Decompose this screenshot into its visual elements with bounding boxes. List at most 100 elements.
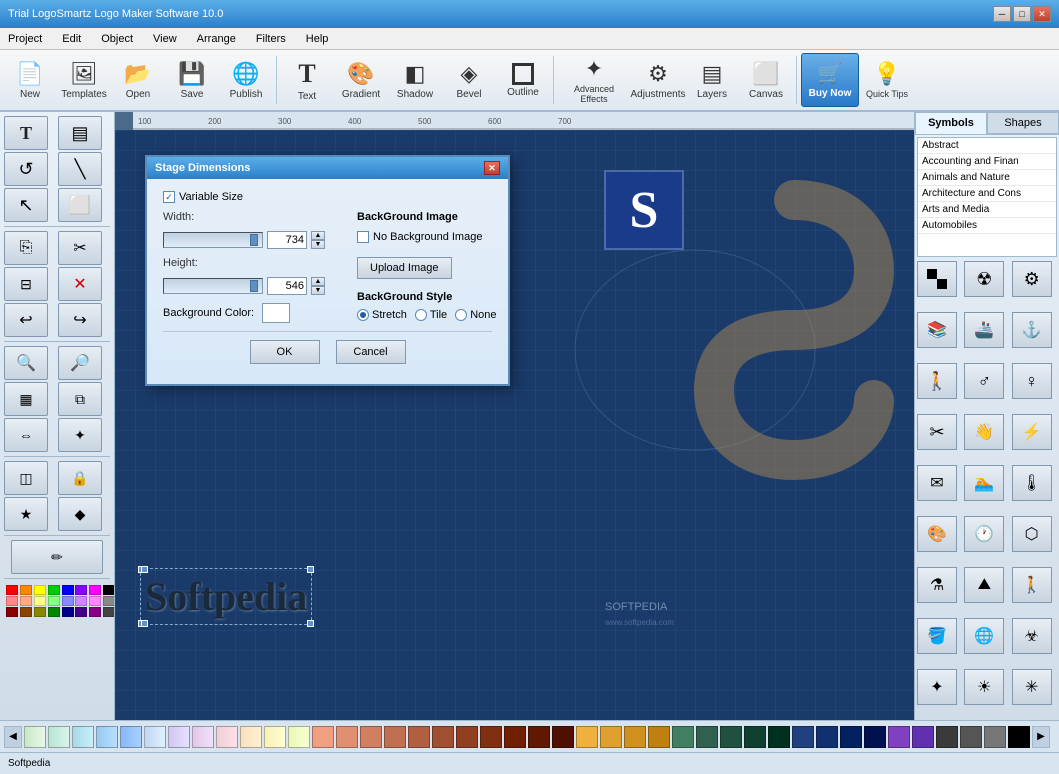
bottom-swatch-39[interactable] xyxy=(960,726,982,748)
bg-color-picker[interactable] xyxy=(262,303,290,323)
bottom-swatch-26[interactable] xyxy=(648,726,670,748)
menu-view[interactable]: View xyxy=(149,31,181,47)
tool-delete[interactable]: ✕ xyxy=(58,267,102,301)
bottom-swatch-16[interactable] xyxy=(408,726,430,748)
outline-button[interactable]: Outline xyxy=(497,53,549,107)
swatch-blue[interactable] xyxy=(62,585,74,595)
swatch-gray[interactable] xyxy=(103,596,115,606)
ok-button[interactable]: OK xyxy=(250,340,320,364)
style-tile-option[interactable]: Tile xyxy=(415,309,447,321)
bottom-swatch-28[interactable] xyxy=(696,726,718,748)
layers-button[interactable]: ▤ Layers xyxy=(686,53,738,107)
bottom-swatch-31[interactable] xyxy=(768,726,790,748)
height-slider[interactable] xyxy=(163,278,263,294)
minimize-button[interactable]: ─ xyxy=(993,6,1011,22)
swatch-lt-pink[interactable] xyxy=(89,596,101,606)
bottom-swatch-34[interactable] xyxy=(840,726,862,748)
category-abstract[interactable]: Abstract xyxy=(918,138,1056,154)
gradient-button[interactable]: 🎨 Gradient xyxy=(335,53,387,107)
symbol-flask[interactable]: ⚗ xyxy=(917,567,957,603)
tool-zoom-out[interactable]: 🔎 xyxy=(58,346,102,380)
swatch-dark-gray[interactable] xyxy=(103,607,115,617)
symbol-globe[interactable]: 🌐 xyxy=(964,618,1004,654)
bottom-swatch-4[interactable] xyxy=(120,726,142,748)
stretch-radio[interactable] xyxy=(357,309,369,321)
bottom-swatch-15[interactable] xyxy=(384,726,406,748)
dialog-close-button[interactable]: ✕ xyxy=(484,161,500,175)
bottom-swatch-3[interactable] xyxy=(96,726,118,748)
maximize-button[interactable]: □ xyxy=(1013,6,1031,22)
bottom-swatch-38[interactable] xyxy=(936,726,958,748)
bottom-swatch-12[interactable] xyxy=(312,726,334,748)
bottom-swatch-37[interactable] xyxy=(912,726,934,748)
symbol-male[interactable]: ♂ xyxy=(964,363,1004,399)
bottom-swatch-7[interactable] xyxy=(192,726,214,748)
bottom-swatch-8[interactable] xyxy=(216,726,238,748)
height-spin-up[interactable]: ▲ xyxy=(311,277,325,286)
bottom-swatch-22[interactable] xyxy=(552,726,574,748)
tool-lock[interactable]: 🔒 xyxy=(58,461,102,495)
symbol-gear[interactable]: ⚙ xyxy=(1012,261,1052,297)
height-input[interactable]: 546 xyxy=(267,277,307,295)
swatch-dark-pink[interactable] xyxy=(89,607,101,617)
width-spin-up[interactable]: ▲ xyxy=(311,231,325,240)
tool-undo[interactable]: ↩ xyxy=(4,303,48,337)
swatch-lt-purple[interactable] xyxy=(75,596,87,606)
bottom-swatch-24[interactable] xyxy=(600,726,622,748)
tool-shapes2[interactable]: ◆ xyxy=(58,497,102,531)
publish-button[interactable]: 🌐 Publish xyxy=(220,53,272,107)
symbol-bucket[interactable]: 🪣 xyxy=(917,618,957,654)
shadow-button[interactable]: ◧ Shadow xyxy=(389,53,441,107)
symbols-category-list[interactable]: Abstract Accounting and Finan Animals an… xyxy=(917,137,1057,257)
width-spin-down[interactable]: ▼ xyxy=(311,240,325,249)
bottom-swatch-33[interactable] xyxy=(816,726,838,748)
symbol-thermometer[interactable]: 🌡 xyxy=(1012,465,1052,501)
symbol-paint[interactable]: 🎨 xyxy=(917,516,957,552)
swatch-dark-green[interactable] xyxy=(48,607,60,617)
quick-tips-button[interactable]: 💡 Quick Tips xyxy=(861,53,913,107)
swatch-lt-blue[interactable] xyxy=(62,596,74,606)
bottom-swatch-1[interactable] xyxy=(48,726,70,748)
tool-line[interactable]: ╲ xyxy=(58,152,102,186)
swatch-lt-orange[interactable] xyxy=(20,596,32,606)
tool-align[interactable]: ⊟ xyxy=(4,267,48,301)
handle-tr[interactable] xyxy=(307,566,314,573)
tool-crop[interactable]: ⬜ xyxy=(58,188,102,222)
bottom-swatch-19[interactable] xyxy=(480,726,502,748)
symbol-mountain[interactable]: ⛰ xyxy=(964,567,1004,603)
symbol-envelope[interactable]: ✉ xyxy=(917,465,957,501)
variable-size-checkbox[interactable] xyxy=(163,191,175,203)
swatch-red[interactable] xyxy=(6,585,18,595)
menu-project[interactable]: Project xyxy=(4,31,46,47)
color-scroll-right[interactable]: ▶ xyxy=(1032,726,1050,748)
tool-select[interactable]: ↖ xyxy=(4,188,48,222)
bevel-button[interactable]: ◈ Bevel xyxy=(443,53,495,107)
menu-help[interactable]: Help xyxy=(302,31,333,47)
symbol-biohazard[interactable]: ☣ xyxy=(1012,618,1052,654)
bottom-swatch-black[interactable] xyxy=(1008,726,1030,748)
tool-copy[interactable]: ⎘ xyxy=(4,231,48,265)
swatch-lt-red[interactable] xyxy=(6,596,18,606)
category-architecture[interactable]: Architecture and Cons xyxy=(918,186,1056,202)
bottom-swatch-14[interactable] xyxy=(360,726,382,748)
save-button[interactable]: 💾 Save xyxy=(166,53,218,107)
bottom-swatch-0[interactable] xyxy=(24,726,46,748)
no-bg-image-checkbox[interactable] xyxy=(357,231,369,243)
swatch-dark-blue[interactable] xyxy=(62,607,74,617)
adjustments-button[interactable]: ⚙ Adjustments xyxy=(632,53,684,107)
symbol-radioactive[interactable]: ☢ xyxy=(964,261,1004,297)
bottom-swatch-29[interactable] xyxy=(720,726,742,748)
bottom-swatch-32[interactable] xyxy=(792,726,814,748)
symbol-clock[interactable]: 🕐 xyxy=(964,516,1004,552)
swatch-lt-green[interactable] xyxy=(48,596,60,606)
style-stretch-option[interactable]: Stretch xyxy=(357,309,407,321)
tile-radio[interactable] xyxy=(415,309,427,321)
width-input[interactable]: 734 xyxy=(267,231,307,249)
swatch-green[interactable] xyxy=(48,585,60,595)
bottom-swatch-17[interactable] xyxy=(432,726,454,748)
canvas-button[interactable]: ⬜ Canvas xyxy=(740,53,792,107)
swatch-orange[interactable] xyxy=(20,585,32,595)
swatch-brown[interactable] xyxy=(20,607,32,617)
symbol-misc3[interactable]: ⬡ xyxy=(1012,516,1052,552)
symbol-checkerboard[interactable] xyxy=(917,261,957,297)
